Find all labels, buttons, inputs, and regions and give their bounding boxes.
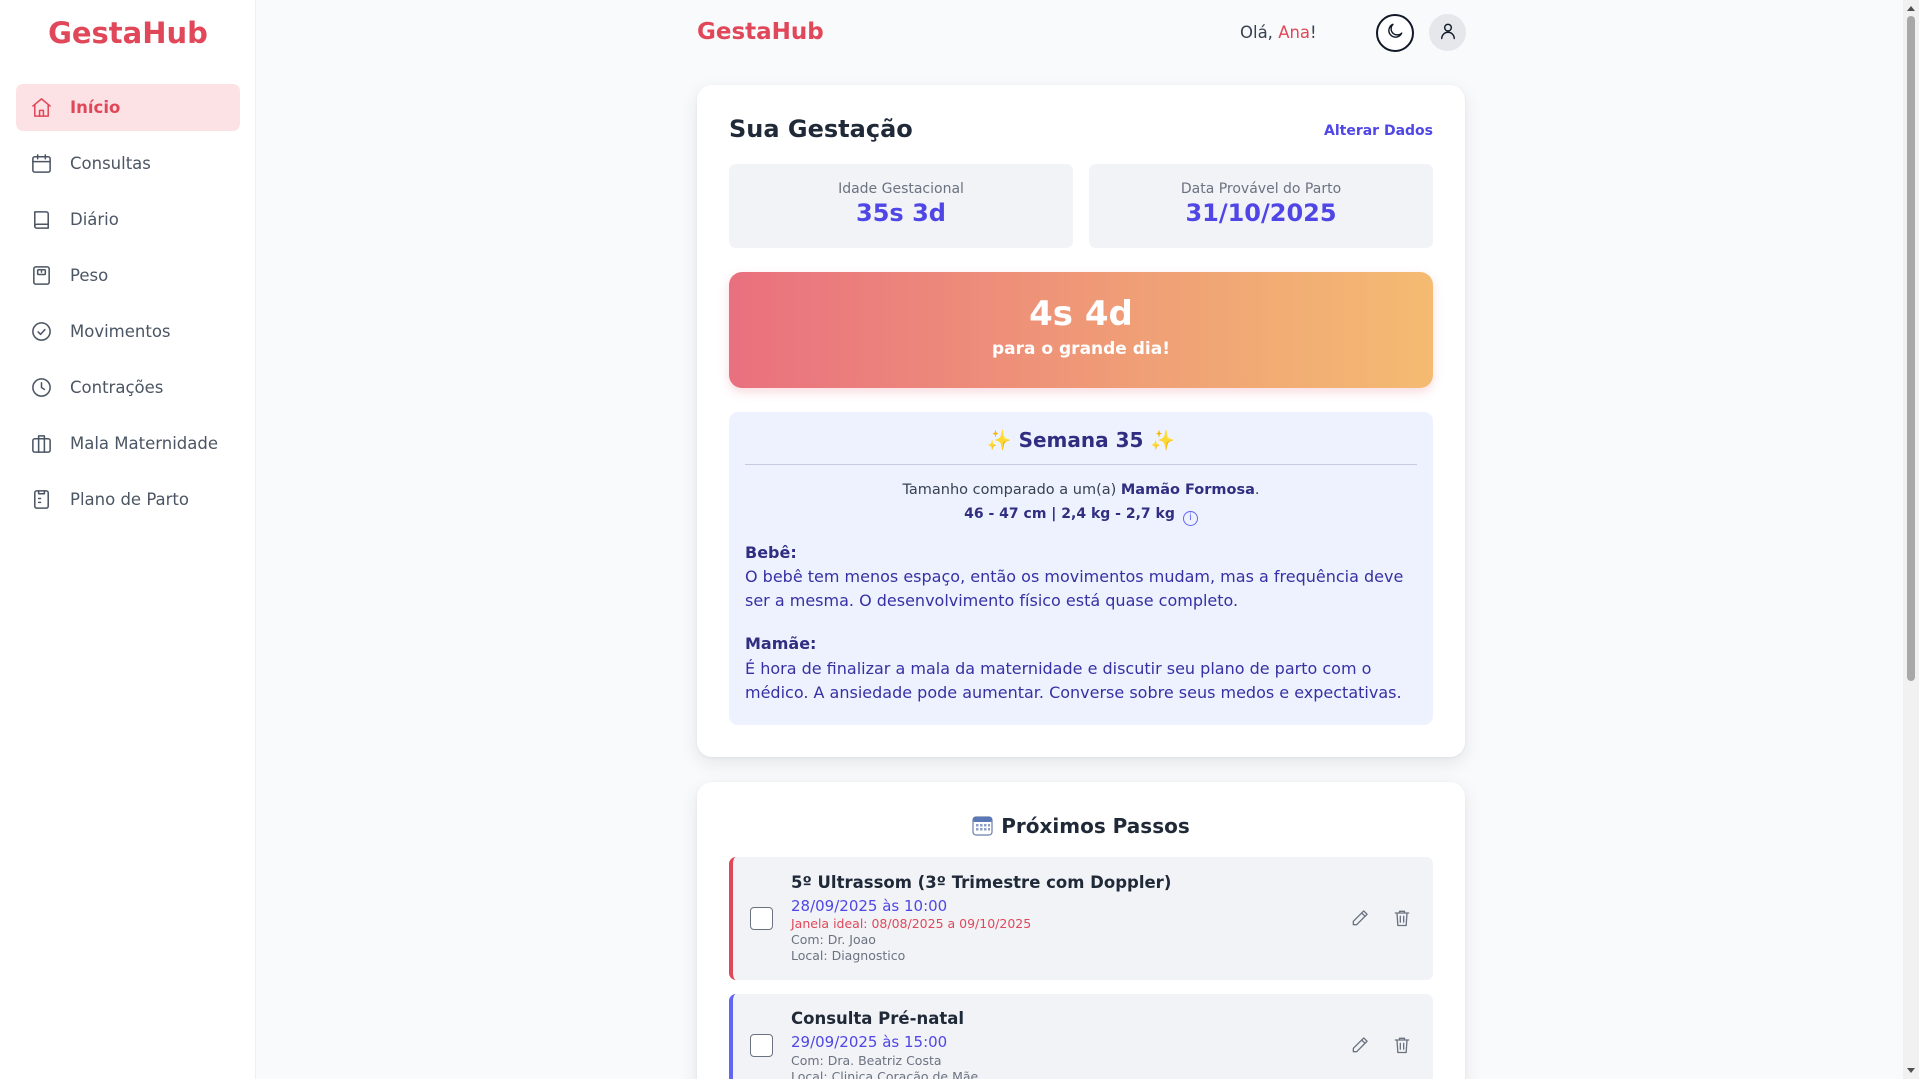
sidebar-item-label: Consultas: [70, 154, 151, 173]
user-name: Ana: [1278, 23, 1311, 42]
sidebar-item-peso[interactable]: Peso: [16, 252, 240, 299]
sidebar-item-inicio[interactable]: Início: [16, 84, 240, 131]
edit-data-link[interactable]: Alterar Dados: [1324, 123, 1433, 139]
theme-toggle-button[interactable]: [1376, 14, 1414, 52]
appointment-title: Consulta Pré-natal: [791, 1009, 965, 1028]
list-item: Consulta Pré-natal 29/09/2025 às 15:00 C…: [729, 994, 1433, 1079]
check-circle-icon: [29, 320, 53, 344]
appointment-window: Janela ideal: 08/08/2025 a 09/10/2025: [791, 916, 1032, 931]
sidebar-item-mala-maternidade[interactable]: Mala Maternidade: [16, 420, 240, 467]
countdown-value: 4s 4d: [1029, 294, 1133, 334]
edit-button[interactable]: [1350, 908, 1370, 928]
complete-checkbox[interactable]: [750, 907, 773, 930]
next-steps-card: Próximos Passos 5º Ultrassom (3º Trimest…: [697, 782, 1465, 1079]
book-icon: [29, 208, 53, 232]
size-comparison: Tamanho comparado a um(a) Mamão Formosa.: [729, 482, 1433, 498]
measurements: 46 - 47 cm | 2,4 kg - 2,7 kg i: [729, 506, 1433, 526]
pregnancy-title: Sua Gestação: [729, 115, 913, 143]
due-date-value: 31/10/2025: [1185, 199, 1337, 227]
scroll-up-arrow-icon[interactable]: [1907, 6, 1915, 11]
moon-icon: [1385, 21, 1405, 45]
sidebar-logo[interactable]: GestaHub: [0, 16, 256, 50]
appointment-location: Local: Clinica Coração de Mãe: [791, 1069, 979, 1079]
sparkle-icon: ✨: [986, 428, 1012, 452]
calendar-emoji-icon: [972, 816, 993, 836]
sidebar: GestaHub Início Consultas Diário Peso Mo…: [0, 0, 256, 1079]
scrollbar-thumb[interactable]: [1907, 16, 1915, 681]
sidebar-item-label: Mala Maternidade: [70, 434, 219, 453]
pencil-icon: [1350, 1037, 1370, 1059]
next-steps-title-text: Próximos Passos: [1001, 814, 1190, 838]
list-item: 5º Ultrassom (3º Trimestre com Doppler) …: [729, 857, 1433, 980]
mom-label: Mamãe:: [745, 634, 817, 653]
baby-text: O bebê tem menos espaço, então os movime…: [745, 567, 1404, 610]
appointment-location: Local: Diagnostico: [791, 948, 906, 963]
gestational-age-label: Idade Gestacional: [838, 181, 964, 197]
scroll-down-arrow-icon[interactable]: [1907, 1068, 1915, 1073]
appointment-with: Com: Dra. Beatriz Costa: [791, 1053, 942, 1068]
countdown-banner: 4s 4d para o grande dia!: [729, 272, 1433, 388]
delete-button[interactable]: [1392, 1035, 1412, 1055]
sidebar-item-diario[interactable]: Diário: [16, 196, 240, 243]
appointment-title: 5º Ultrassom (3º Trimestre com Doppler): [791, 873, 1172, 892]
user-menu-button[interactable]: [1429, 14, 1466, 51]
scale-icon: [29, 264, 53, 288]
clock-icon: [29, 376, 53, 400]
home-icon: [29, 96, 53, 120]
greeting-suffix: !: [1310, 23, 1317, 42]
pencil-icon: [1350, 910, 1370, 932]
pregnancy-card: Sua Gestação Alterar Dados Idade Gestaci…: [697, 85, 1465, 757]
sidebar-item-consultas[interactable]: Consultas: [16, 140, 240, 187]
clipboard-icon: [29, 488, 53, 512]
week-info-panel: ✨ Semana 35 ✨ Tamanho comparado a um(a) …: [729, 412, 1433, 725]
sidebar-nav: Início Consultas Diário Peso Movimentos: [16, 84, 240, 532]
sparkle-icon: ✨: [1150, 428, 1176, 452]
sidebar-item-label: Início: [70, 98, 121, 117]
sidebar-item-label: Movimentos: [70, 322, 171, 341]
user-icon: [1438, 21, 1458, 45]
appointment-datetime: 29/09/2025 às 15:00: [791, 1033, 948, 1051]
edit-button[interactable]: [1350, 1035, 1370, 1055]
trash-icon: [1392, 910, 1412, 932]
scrollbar[interactable]: [1903, 0, 1919, 1079]
sidebar-item-label: Contrações: [70, 378, 164, 397]
due-date-box: Data Provável do Parto 31/10/2025: [1089, 164, 1433, 248]
size-fruit: Mamão Formosa: [1120, 482, 1255, 498]
sidebar-item-movimentos[interactable]: Movimentos: [16, 308, 240, 355]
measurements-text: 46 - 47 cm | 2,4 kg - 2,7 kg: [964, 506, 1175, 522]
greeting-prefix: Olá,: [1240, 23, 1279, 42]
greeting: Olá, Ana!: [1240, 23, 1317, 42]
sidebar-item-label: Diário: [70, 210, 119, 229]
sidebar-item-label: Peso: [70, 266, 109, 285]
week-title: ✨ Semana 35 ✨: [729, 428, 1433, 452]
next-steps-title: Próximos Passos: [697, 814, 1465, 838]
size-prefix: Tamanho comparado a um(a): [902, 482, 1121, 498]
gestational-age-value: 35s 3d: [856, 199, 946, 227]
sidebar-item-label: Plano de Parto: [70, 490, 189, 509]
due-date-label: Data Provável do Parto: [1180, 181, 1342, 197]
divider: [745, 464, 1417, 465]
info-icon[interactable]: i: [1182, 511, 1198, 526]
appointment-with: Com: Dr. Joao: [791, 932, 876, 947]
size-suffix: .: [1254, 482, 1260, 498]
trash-icon: [1392, 1037, 1412, 1059]
complete-checkbox[interactable]: [750, 1034, 773, 1057]
sidebar-item-contracoes[interactable]: Contrações: [16, 364, 240, 411]
countdown-caption: para o grande dia!: [992, 339, 1170, 359]
mom-text: É hora de finalizar a mala da maternidad…: [745, 659, 1402, 702]
briefcase-icon: [29, 432, 53, 456]
calendar-icon: [29, 152, 53, 176]
delete-button[interactable]: [1392, 908, 1412, 928]
week-title-text: Semana 35: [1018, 428, 1144, 452]
appointment-datetime: 28/09/2025 às 10:00: [791, 897, 948, 915]
gestational-age-box: Idade Gestacional 35s 3d: [729, 164, 1073, 248]
sidebar-item-plano-de-parto[interactable]: Plano de Parto: [16, 476, 240, 523]
header-logo[interactable]: GestaHub: [697, 19, 824, 45]
baby-label: Bebê:: [745, 543, 797, 562]
